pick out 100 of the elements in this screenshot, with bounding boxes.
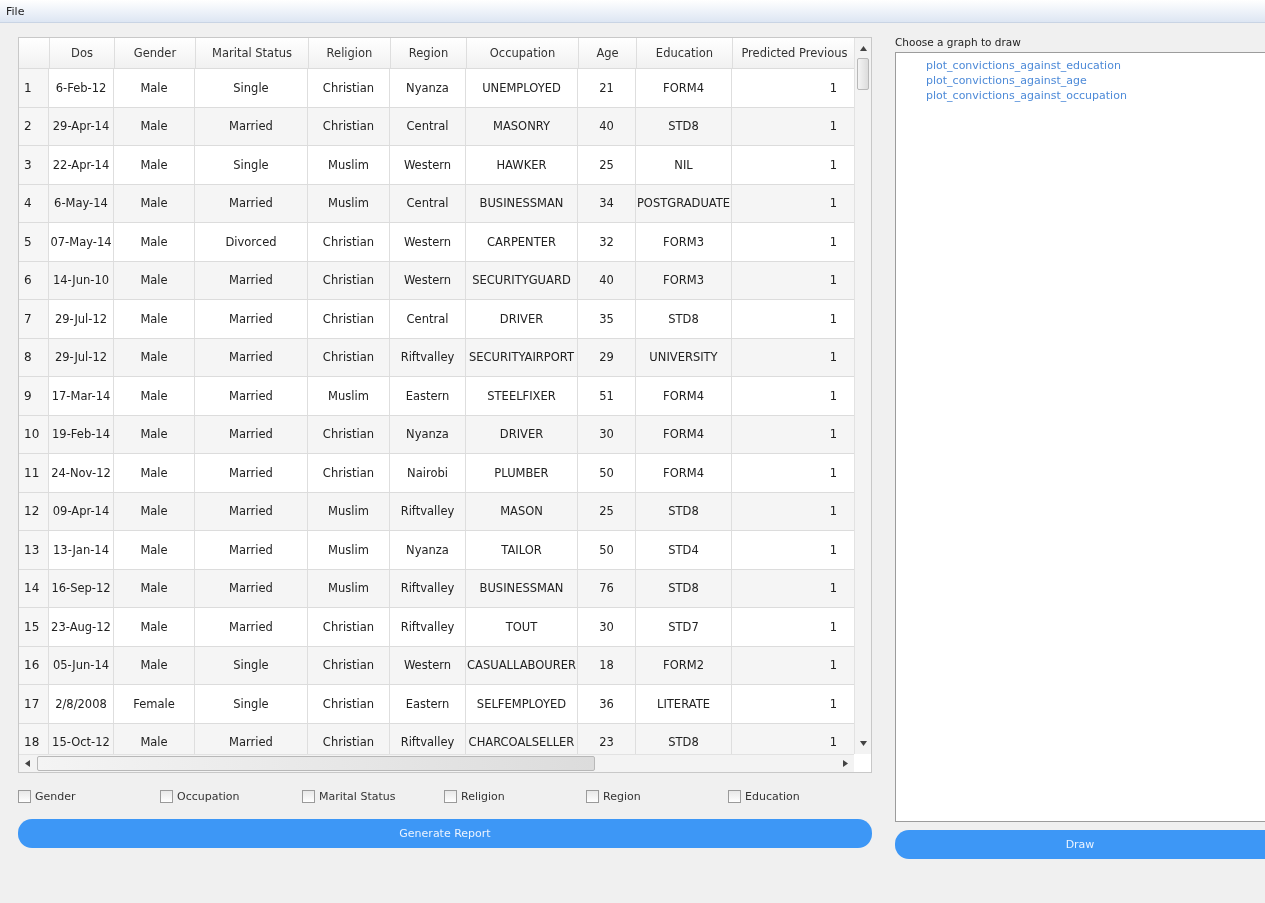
table-cell: STD4 [636, 531, 732, 569]
row-header[interactable]: 11 [19, 454, 49, 492]
table-cell: STD8 [636, 300, 732, 338]
table-cell: 29-Jul-12 [49, 300, 114, 338]
scroll-up-icon[interactable] [860, 46, 867, 51]
column-header[interactable]: Dos [50, 38, 115, 68]
table-cell: 14-Jun-10 [49, 261, 114, 299]
checkbox[interactable] [18, 789, 31, 803]
table-cell: Nairobi [390, 454, 466, 492]
horizontal-scrollbar[interactable] [19, 754, 854, 772]
table-cell: Male [114, 531, 195, 569]
vertical-scrollbar[interactable] [854, 38, 871, 754]
table-cell: Divorced [195, 223, 308, 261]
checkbox[interactable] [444, 789, 457, 803]
table-cell: Christian [308, 454, 390, 492]
table-cell: 23-Aug-12 [49, 608, 114, 646]
table-cell: Christian [308, 338, 390, 376]
table-cell: Male [114, 261, 195, 299]
row-header[interactable]: 9 [19, 377, 49, 415]
table-cell: Central [390, 107, 466, 145]
row-header[interactable]: 1 [19, 69, 49, 107]
row-header[interactable]: 7 [19, 300, 49, 338]
table-cell: 07-May-14 [49, 223, 114, 261]
table-cell: 25 [578, 492, 636, 530]
column-header[interactable]: Age [579, 38, 637, 68]
table-cell: 17-Mar-14 [49, 377, 114, 415]
table-cell: Eastern [390, 377, 466, 415]
table-cell: 22-Apr-14 [49, 146, 114, 184]
table-cell: FORM3 [636, 223, 732, 261]
table-cell: Nyanza [390, 531, 466, 569]
table-cell: Muslim [308, 492, 390, 530]
scroll-right-icon[interactable] [843, 760, 848, 767]
table-cell: Male [114, 377, 195, 415]
table-cell: Male [114, 223, 195, 261]
table-cell: Married [195, 454, 308, 492]
table-cell: Nyanza [390, 415, 466, 453]
checkbox[interactable] [302, 789, 315, 803]
list-item[interactable]: plot_convictions_against_education [926, 59, 1265, 72]
table-cell: BUSINESSMAN [466, 184, 578, 222]
table-cell: 05-Jun-14 [49, 646, 114, 684]
list-item[interactable]: plot_convictions_against_occupation [926, 89, 1265, 102]
table-cell: Married [195, 300, 308, 338]
scrollbar-thumb[interactable] [37, 756, 595, 771]
table-cell: 6-May-14 [49, 184, 114, 222]
table-cell: DRIVER [466, 415, 578, 453]
table-cell: Male [114, 646, 195, 684]
table-cell: NIL [636, 146, 732, 184]
row-header[interactable]: 5 [19, 223, 49, 261]
table-cell: Muslim [308, 569, 390, 607]
table-cell: STD8 [636, 492, 732, 530]
table-cell: SECURITYGUARD [466, 261, 578, 299]
table-cell: Single [195, 646, 308, 684]
column-header[interactable]: Education [637, 38, 733, 68]
table-cell: Muslim [308, 184, 390, 222]
table-cell: Married [195, 569, 308, 607]
table-cell: DRIVER [466, 300, 578, 338]
checkbox-label: Region [603, 789, 641, 803]
column-header[interactable]: Gender [115, 38, 196, 68]
table-cell: STD7 [636, 608, 732, 646]
table-cell: Male [114, 415, 195, 453]
table-cell: 51 [578, 377, 636, 415]
table-cell: Muslim [308, 146, 390, 184]
table-cell: 24-Nov-12 [49, 454, 114, 492]
table-cell: 21 [578, 69, 636, 107]
table-cell: Christian [308, 69, 390, 107]
checkbox[interactable] [160, 789, 173, 803]
table-cell: POSTGRADUATE [636, 184, 732, 222]
table-cell: Western [390, 261, 466, 299]
table-cell: Married [195, 415, 308, 453]
table-cell: SECURITYAIRPORT [466, 338, 578, 376]
menu-item[interactable]: File [6, 4, 25, 18]
table-cell: Married [195, 492, 308, 530]
scrollbar-thumb[interactable] [857, 58, 869, 90]
table-cell: MASONRY [466, 107, 578, 145]
column-header[interactable]: Religion [309, 38, 391, 68]
list-item[interactable]: plot_convictions_against_age [926, 74, 1265, 87]
row-header[interactable]: 13 [19, 531, 49, 569]
row-header[interactable]: 15 [19, 608, 49, 646]
table-cell: Male [114, 300, 195, 338]
table-cell: 13-Jan-14 [49, 531, 114, 569]
scroll-left-icon[interactable] [25, 760, 30, 767]
checkbox[interactable] [728, 789, 741, 803]
table-cell: FORM4 [636, 69, 732, 107]
checkbox-label: Gender [35, 789, 76, 803]
row-header[interactable]: 17 [19, 685, 49, 723]
table-cell: Married [195, 107, 308, 145]
table-cell: Christian [308, 223, 390, 261]
table-cell: Male [114, 184, 195, 222]
column-header[interactable]: Occupation [467, 38, 579, 68]
table-cell: 50 [578, 454, 636, 492]
column-header[interactable]: Marital Status [196, 38, 309, 68]
table-cell: Riftvalley [390, 338, 466, 376]
table-cell: CASUALLABOURER [466, 646, 578, 684]
table-cell: Muslim [308, 531, 390, 569]
table-cell: Married [195, 531, 308, 569]
scroll-down-icon[interactable] [860, 741, 867, 746]
checkbox[interactable] [586, 789, 599, 803]
column-header[interactable]: Region [391, 38, 467, 68]
row-header[interactable]: 3 [19, 146, 49, 184]
table-cell: Married [195, 608, 308, 646]
